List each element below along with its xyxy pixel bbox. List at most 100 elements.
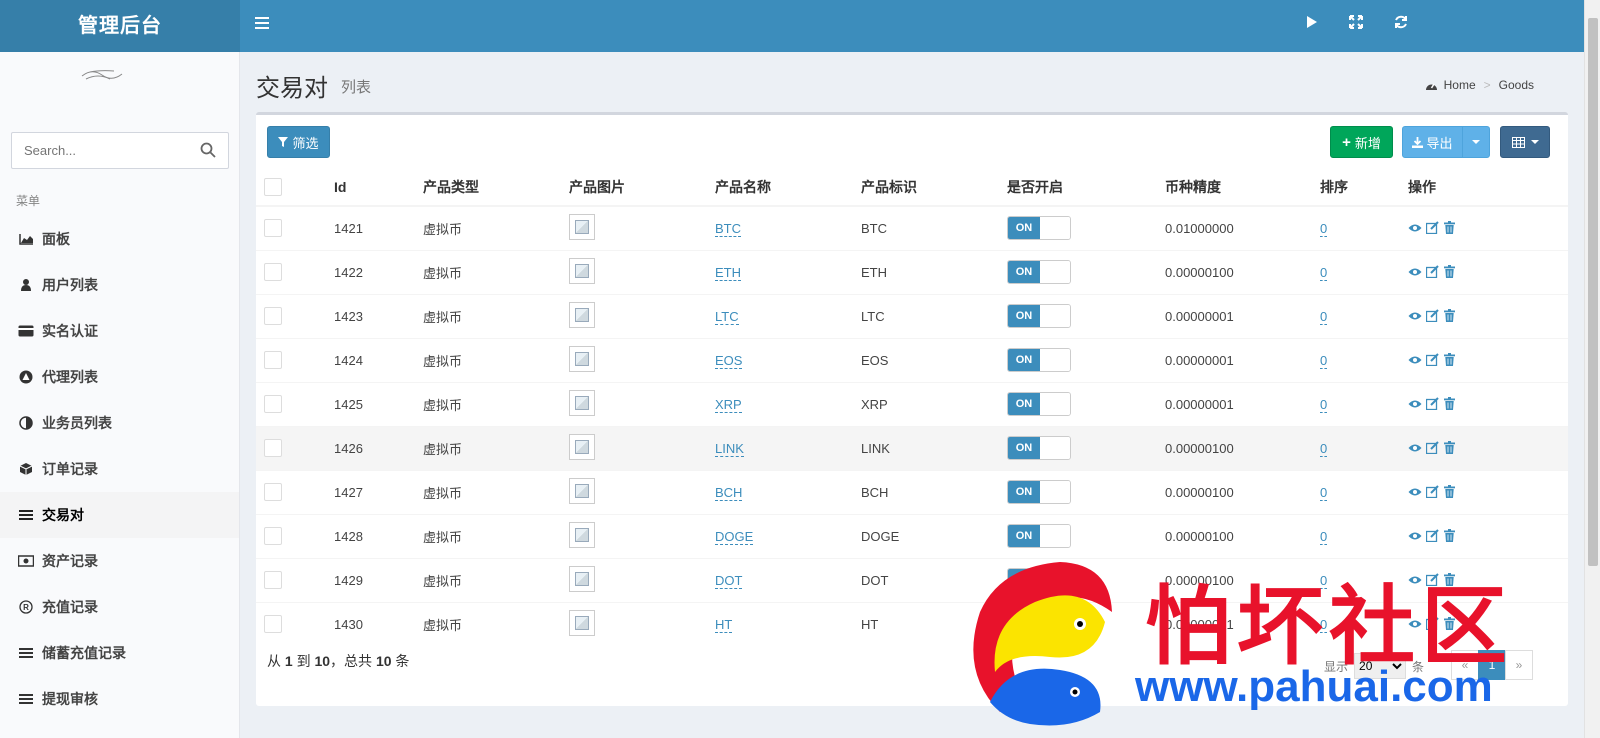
table-row[interactable]: 1427 虚拟币 BCH BCH ON 0.00000100 0 — [256, 469, 1568, 514]
add-button[interactable]: + 新增 — [1330, 126, 1393, 158]
column-header[interactable]: 是否开启 — [1007, 168, 1165, 207]
editable-name[interactable]: LTC — [715, 308, 739, 325]
trash-icon[interactable] — [1442, 485, 1456, 499]
column-header[interactable]: 产品类型 — [423, 168, 569, 207]
play-icon[interactable] — [1302, 15, 1322, 35]
enabled-toggle[interactable]: ON — [1007, 480, 1071, 504]
table-row[interactable]: 1426 虚拟币 LINK LINK ON 0.00000100 0 — [256, 425, 1568, 470]
eye-icon[interactable] — [1408, 485, 1422, 499]
vertical-scrollbar[interactable] — [1584, 0, 1600, 738]
editable-sort[interactable]: 0 — [1320, 528, 1328, 545]
row-checkbox[interactable] — [264, 307, 282, 325]
fullscreen-icon[interactable] — [1346, 15, 1366, 35]
editable-name[interactable]: LINK — [715, 440, 744, 457]
sidebar-item-withdrawals[interactable]: 提现审核 — [0, 676, 239, 722]
trash-icon[interactable] — [1442, 441, 1456, 455]
eye-icon[interactable] — [1408, 221, 1422, 235]
sidebar-item-trading-pairs[interactable]: 交易对 — [0, 492, 239, 538]
refresh-icon[interactable] — [1391, 15, 1411, 35]
row-checkbox[interactable] — [264, 571, 282, 589]
edit-icon[interactable] — [1425, 309, 1439, 323]
enabled-toggle[interactable]: ON — [1007, 260, 1071, 284]
scrollbar-thumb[interactable] — [1588, 18, 1598, 566]
column-header[interactable]: 币种精度 — [1165, 168, 1320, 207]
sidebar-item-deposits[interactable]: R 充值记录 — [0, 584, 239, 630]
broken-image-icon[interactable] — [569, 301, 595, 328]
broken-image-icon[interactable] — [569, 477, 595, 504]
eye-icon[interactable] — [1408, 441, 1422, 455]
sidebar-item-assets[interactable]: 资产记录 — [0, 538, 239, 584]
sidebar-toggle-icon[interactable] — [255, 17, 269, 29]
editable-name[interactable]: HT — [715, 616, 733, 633]
sidebar-item-users[interactable]: 用户列表 — [0, 262, 239, 308]
editable-sort[interactable]: 0 — [1320, 220, 1328, 237]
table-row[interactable]: 1423 虚拟币 LTC LTC ON 0.00000001 0 — [256, 293, 1568, 338]
edit-icon[interactable] — [1425, 485, 1439, 499]
sidebar-item-dashboard[interactable]: 面板 — [0, 216, 239, 262]
trash-icon[interactable] — [1442, 265, 1456, 279]
trash-icon[interactable] — [1442, 529, 1456, 543]
column-header[interactable]: Id — [334, 168, 423, 207]
sidebar-item-verification[interactable]: 实名认证 — [0, 308, 239, 354]
search-icon[interactable] — [200, 142, 218, 160]
column-header[interactable]: 排序 — [1320, 168, 1408, 207]
broken-image-icon[interactable] — [569, 565, 595, 592]
editable-name[interactable]: DOGE — [715, 528, 754, 545]
editable-sort[interactable]: 0 — [1320, 264, 1328, 281]
table-row[interactable]: 1421 虚拟币 BTC BTC ON 0.01000000 0 — [256, 205, 1568, 250]
edit-icon[interactable] — [1425, 221, 1439, 235]
row-checkbox[interactable] — [264, 439, 282, 457]
editable-name[interactable]: XRP — [715, 396, 742, 413]
filter-button[interactable]: 筛选 — [267, 126, 330, 158]
trash-icon[interactable] — [1442, 221, 1456, 235]
row-checkbox[interactable] — [264, 263, 282, 281]
broken-image-icon[interactable] — [569, 521, 595, 548]
editable-name[interactable]: EOS — [715, 352, 743, 369]
enabled-toggle[interactable]: ON — [1007, 216, 1071, 241]
broken-image-icon[interactable] — [569, 609, 595, 636]
enabled-toggle[interactable]: ON — [1007, 304, 1071, 328]
editable-name[interactable]: BCH — [715, 484, 743, 501]
eye-icon[interactable] — [1408, 309, 1422, 323]
sidebar-item-staff[interactable]: 业务员列表 — [0, 400, 239, 446]
enabled-toggle[interactable]: ON — [1007, 392, 1071, 416]
sidebar-item-orders[interactable]: 订单记录 — [0, 446, 239, 492]
enabled-toggle[interactable]: ON — [1007, 348, 1071, 372]
edit-icon[interactable] — [1425, 265, 1439, 279]
trash-icon[interactable] — [1442, 397, 1456, 411]
editable-sort[interactable]: 0 — [1320, 484, 1328, 501]
row-checkbox[interactable] — [264, 527, 282, 545]
eye-icon[interactable] — [1408, 353, 1422, 367]
row-checkbox[interactable] — [264, 395, 282, 413]
eye-icon[interactable] — [1408, 265, 1422, 279]
column-header[interactable]: 产品标识 — [861, 168, 1007, 207]
trash-icon[interactable] — [1442, 353, 1456, 367]
edit-icon[interactable] — [1425, 353, 1439, 367]
editable-sort[interactable]: 0 — [1320, 440, 1328, 457]
select-all-checkbox[interactable] — [264, 177, 282, 196]
eye-icon[interactable] — [1408, 397, 1422, 411]
edit-icon[interactable] — [1425, 529, 1439, 543]
broken-image-icon[interactable] — [569, 345, 595, 372]
column-header[interactable]: 产品图片 — [569, 168, 715, 207]
editable-sort[interactable]: 0 — [1320, 308, 1328, 325]
editable-sort[interactable]: 0 — [1320, 352, 1328, 369]
app-logo[interactable]: 管理后台 — [0, 0, 240, 52]
broken-image-icon[interactable] — [569, 433, 595, 460]
table-row[interactable]: 1425 虚拟币 XRP XRP ON 0.00000001 0 — [256, 381, 1568, 426]
sidebar-item-savings-deposits[interactable]: 储蓄充值记录 — [0, 630, 239, 676]
eye-icon[interactable] — [1408, 529, 1422, 543]
broken-image-icon[interactable] — [569, 257, 595, 284]
column-header[interactable]: 产品名称 — [715, 168, 861, 207]
export-button[interactable]: 导出 — [1402, 126, 1463, 158]
table-row[interactable]: 1422 虚拟币 ETH ETH ON 0.00000100 0 — [256, 249, 1568, 294]
broken-image-icon[interactable] — [569, 389, 595, 416]
enabled-toggle[interactable]: ON — [1007, 436, 1071, 460]
editable-name[interactable]: BTC — [715, 220, 741, 237]
broken-image-icon[interactable] — [569, 213, 595, 240]
enabled-toggle[interactable]: ON — [1007, 524, 1071, 548]
trash-icon[interactable] — [1442, 309, 1456, 323]
edit-icon[interactable] — [1425, 397, 1439, 411]
edit-icon[interactable] — [1425, 441, 1439, 455]
columns-button[interactable] — [1500, 126, 1550, 158]
